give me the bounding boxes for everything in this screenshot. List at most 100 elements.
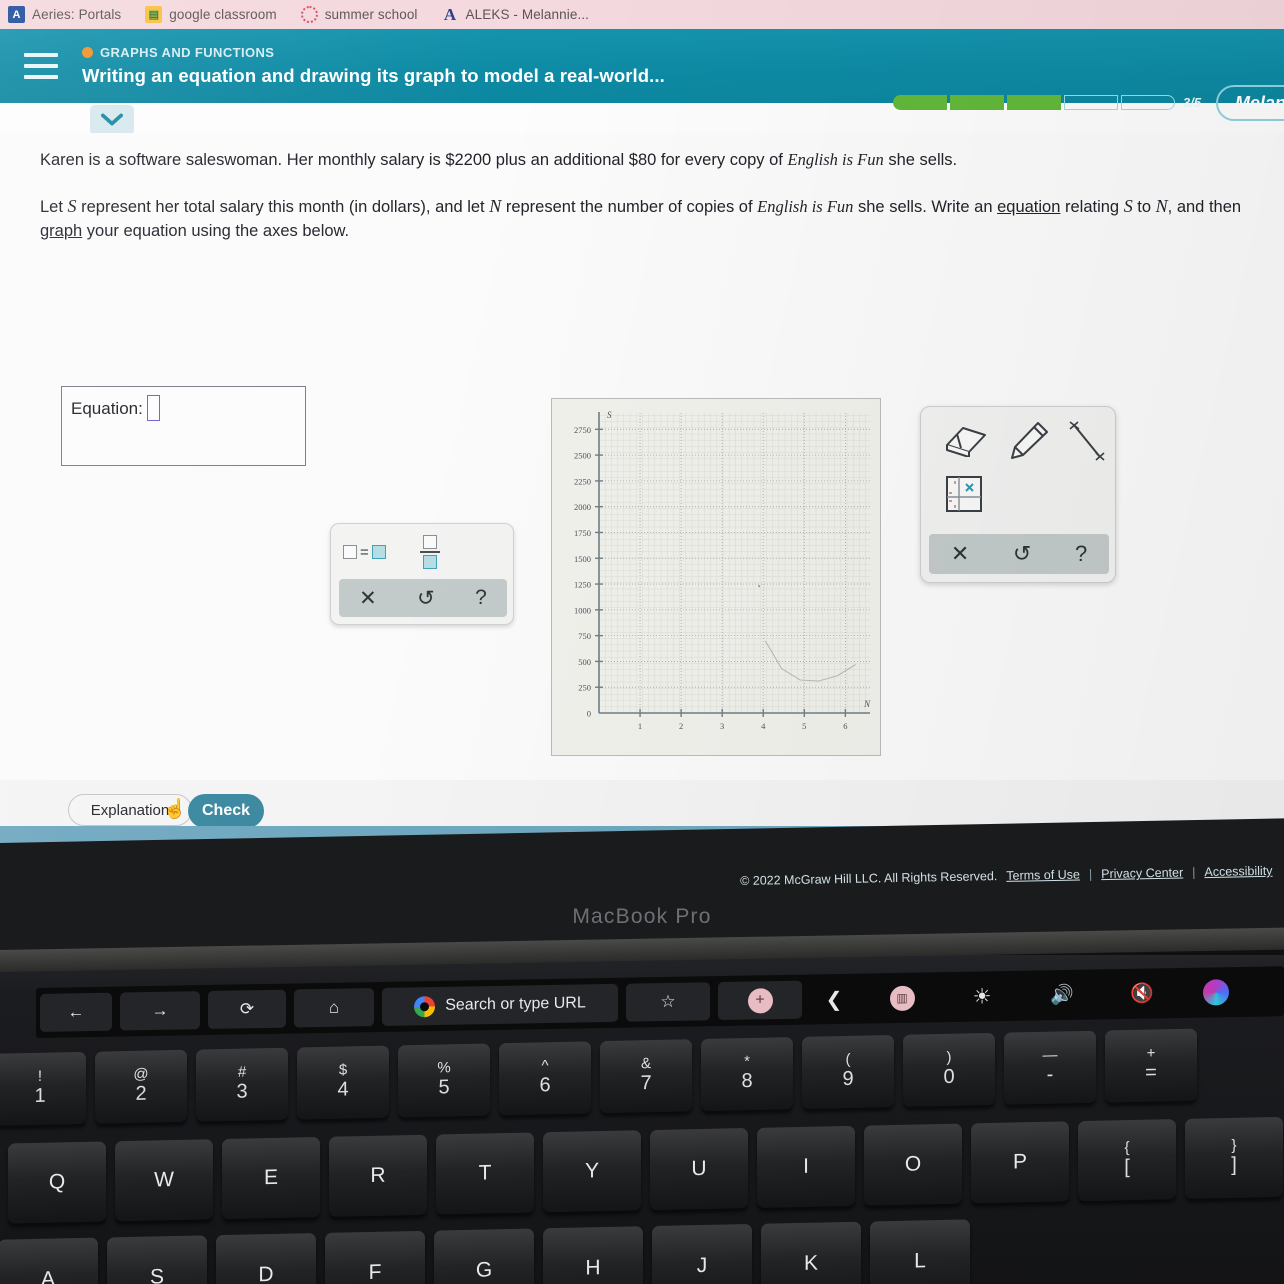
key--[interactable]: — - <box>1004 1030 1096 1105</box>
drawing-palette-actions: ✕ ↺ ? <box>929 534 1109 574</box>
user-account-button[interactable]: Melan <box>1216 85 1284 121</box>
key-I[interactable]: I <box>757 1125 855 1208</box>
key-E[interactable]: E <box>222 1137 320 1220</box>
control-strip-brightness-icon[interactable]: ☀ <box>946 977 1018 1016</box>
touchbar-home-button[interactable]: ⌂ <box>294 988 374 1028</box>
key-U[interactable]: U <box>650 1128 748 1211</box>
touchbar-forward-button[interactable]: → <box>120 991 200 1031</box>
accessibility-link[interactable]: Accessibility <box>1204 864 1272 879</box>
key-F[interactable]: F <box>325 1230 425 1284</box>
key-L[interactable]: L <box>870 1219 970 1284</box>
key-W[interactable]: W <box>115 1139 213 1222</box>
key-=[interactable]: + = <box>1105 1028 1197 1103</box>
terms-of-use-link[interactable]: Terms of Use <box>1006 867 1080 882</box>
graph-link[interactable]: graph <box>40 222 82 240</box>
touchbar-url-field[interactable]: Search or type URL <box>382 983 618 1026</box>
plot-point-tool-button[interactable] <box>945 475 983 518</box>
key-G[interactable]: G <box>434 1228 534 1284</box>
separator: | <box>1088 867 1093 882</box>
svg-text:1000: 1000 <box>574 605 591 615</box>
control-strip-siri-button[interactable] <box>1186 973 1246 1012</box>
key-bracket-[[interactable]: {[ <box>1078 1119 1176 1202</box>
hamburger-icon[interactable] <box>24 53 58 79</box>
graph-canvas[interactable]: 0 250 500 750 1000 1250 1500 1750 2000 2250 2500 27… <box>551 398 881 756</box>
help-icon[interactable]: ? <box>1075 541 1087 567</box>
eraser-tool-button[interactable] <box>943 423 989 462</box>
svg-text:2000: 2000 <box>574 502 591 512</box>
equation-answer-box[interactable]: Equation: <box>61 386 306 466</box>
bookmark-label: google classroom <box>169 7 277 22</box>
fraction-template-button[interactable] <box>419 535 440 569</box>
bookmark-google-classroom[interactable]: google classroom <box>145 6 277 23</box>
equation-input-cursor[interactable] <box>147 395 160 421</box>
macbook-brand-label: MacBook Pro <box>572 905 712 928</box>
plot-point-icon <box>946 476 982 512</box>
control-strip-mute-icon[interactable]: 🔇 <box>1106 974 1178 1013</box>
check-button[interactable]: Check <box>188 794 264 828</box>
key-0[interactable]: ) 0 <box>903 1032 995 1107</box>
check-label: Check <box>201 802 251 819</box>
key-Y[interactable]: Y <box>543 1130 641 1213</box>
key-H[interactable]: H <box>543 1226 643 1284</box>
key-5[interactable]: % 5 <box>398 1043 490 1118</box>
equalizer-icon: ▥ <box>889 985 915 1011</box>
key-T[interactable]: T <box>436 1132 534 1215</box>
collapse-panel-button[interactable] <box>90 105 134 135</box>
help-icon[interactable]: ? <box>475 586 487 610</box>
key-J[interactable]: J <box>652 1223 752 1284</box>
key-8[interactable]: * 8 <box>701 1037 793 1112</box>
undo-icon[interactable]: ↺ <box>417 586 435 611</box>
control-strip-expand-icon[interactable]: ❮ <box>810 980 858 1019</box>
control-strip-volume-up-icon[interactable]: 🔊 <box>1026 975 1098 1014</box>
key-R[interactable]: R <box>329 1134 427 1217</box>
key-P[interactable]: P <box>971 1121 1069 1204</box>
bookmark-aeries-portals[interactable]: Aeries: Portals <box>8 6 121 23</box>
q2-p7: , and then <box>1167 198 1242 216</box>
key-shift-label: + <box>1146 1044 1156 1062</box>
key-1[interactable]: ! 1 <box>0 1051 86 1126</box>
equation-link[interactable]: equation <box>997 198 1060 216</box>
key-shift-label: ( <box>845 1050 851 1068</box>
q2-var-s2: S <box>1123 196 1133 216</box>
q2-p4: she sells. Write an <box>853 198 998 216</box>
key-A[interactable]: A <box>0 1237 98 1284</box>
graph-plot[interactable]: 0 250 500 750 1000 1250 1500 1750 2000 2250 2500 27… <box>552 399 882 757</box>
line-tool-button[interactable] <box>1069 421 1105 466</box>
explanation-label: Explanation <box>90 801 170 819</box>
key-9[interactable]: (9 <box>802 1034 894 1109</box>
key-shift-label: ) <box>946 1048 952 1066</box>
svg-text:2: 2 <box>679 721 683 731</box>
privacy-center-link[interactable]: Privacy Center <box>1101 865 1183 881</box>
key-3[interactable]: #3 <box>196 1047 288 1122</box>
pencil-tool-button[interactable] <box>1007 421 1049 466</box>
line-segment-icon <box>1069 421 1105 461</box>
key-bracket-][interactable]: }] <box>1185 1116 1283 1199</box>
progress-segment <box>950 95 1004 110</box>
undo-icon[interactable]: ↺ <box>1013 541 1031 567</box>
key-6[interactable]: ^ 6 <box>499 1041 591 1116</box>
touchbar-bookmark-star-button[interactable]: ☆ <box>626 982 710 1022</box>
bookmark-summer-school[interactable]: summer school <box>301 6 418 23</box>
key-7[interactable]: & 7 <box>600 1039 692 1114</box>
touchbar-back-button[interactable]: ← <box>40 992 112 1032</box>
key-S[interactable]: S <box>107 1235 207 1284</box>
key-K[interactable]: K <box>761 1221 861 1284</box>
touchbar-new-tab-button[interactable]: + <box>718 980 802 1021</box>
q2-var-n2: N <box>1155 196 1168 216</box>
touchbar-reload-button[interactable]: ⟳ <box>208 989 286 1029</box>
aeries-favicon <box>8 6 25 23</box>
key-4[interactable]: $4 <box>297 1045 389 1120</box>
svg-text:2250: 2250 <box>574 476 591 486</box>
key-Q[interactable]: Q <box>8 1141 106 1224</box>
equals-template-button[interactable]: = <box>343 544 386 561</box>
key-shift-label: ! <box>37 1067 43 1085</box>
bookmark-aleks[interactable]: ALEKS - Melannie... <box>442 6 589 23</box>
clear-icon[interactable]: ✕ <box>359 586 377 611</box>
key-2[interactable]: @2 <box>95 1049 187 1124</box>
key-D[interactable]: D <box>216 1233 316 1284</box>
svg-text:1750: 1750 <box>574 528 591 538</box>
control-strip-equalizer-icon[interactable]: ▥ <box>866 978 938 1017</box>
key-O[interactable]: O <box>864 1123 962 1206</box>
q2-p8: your equation using the axes below. <box>82 221 350 240</box>
clear-icon[interactable]: ✕ <box>951 541 969 567</box>
